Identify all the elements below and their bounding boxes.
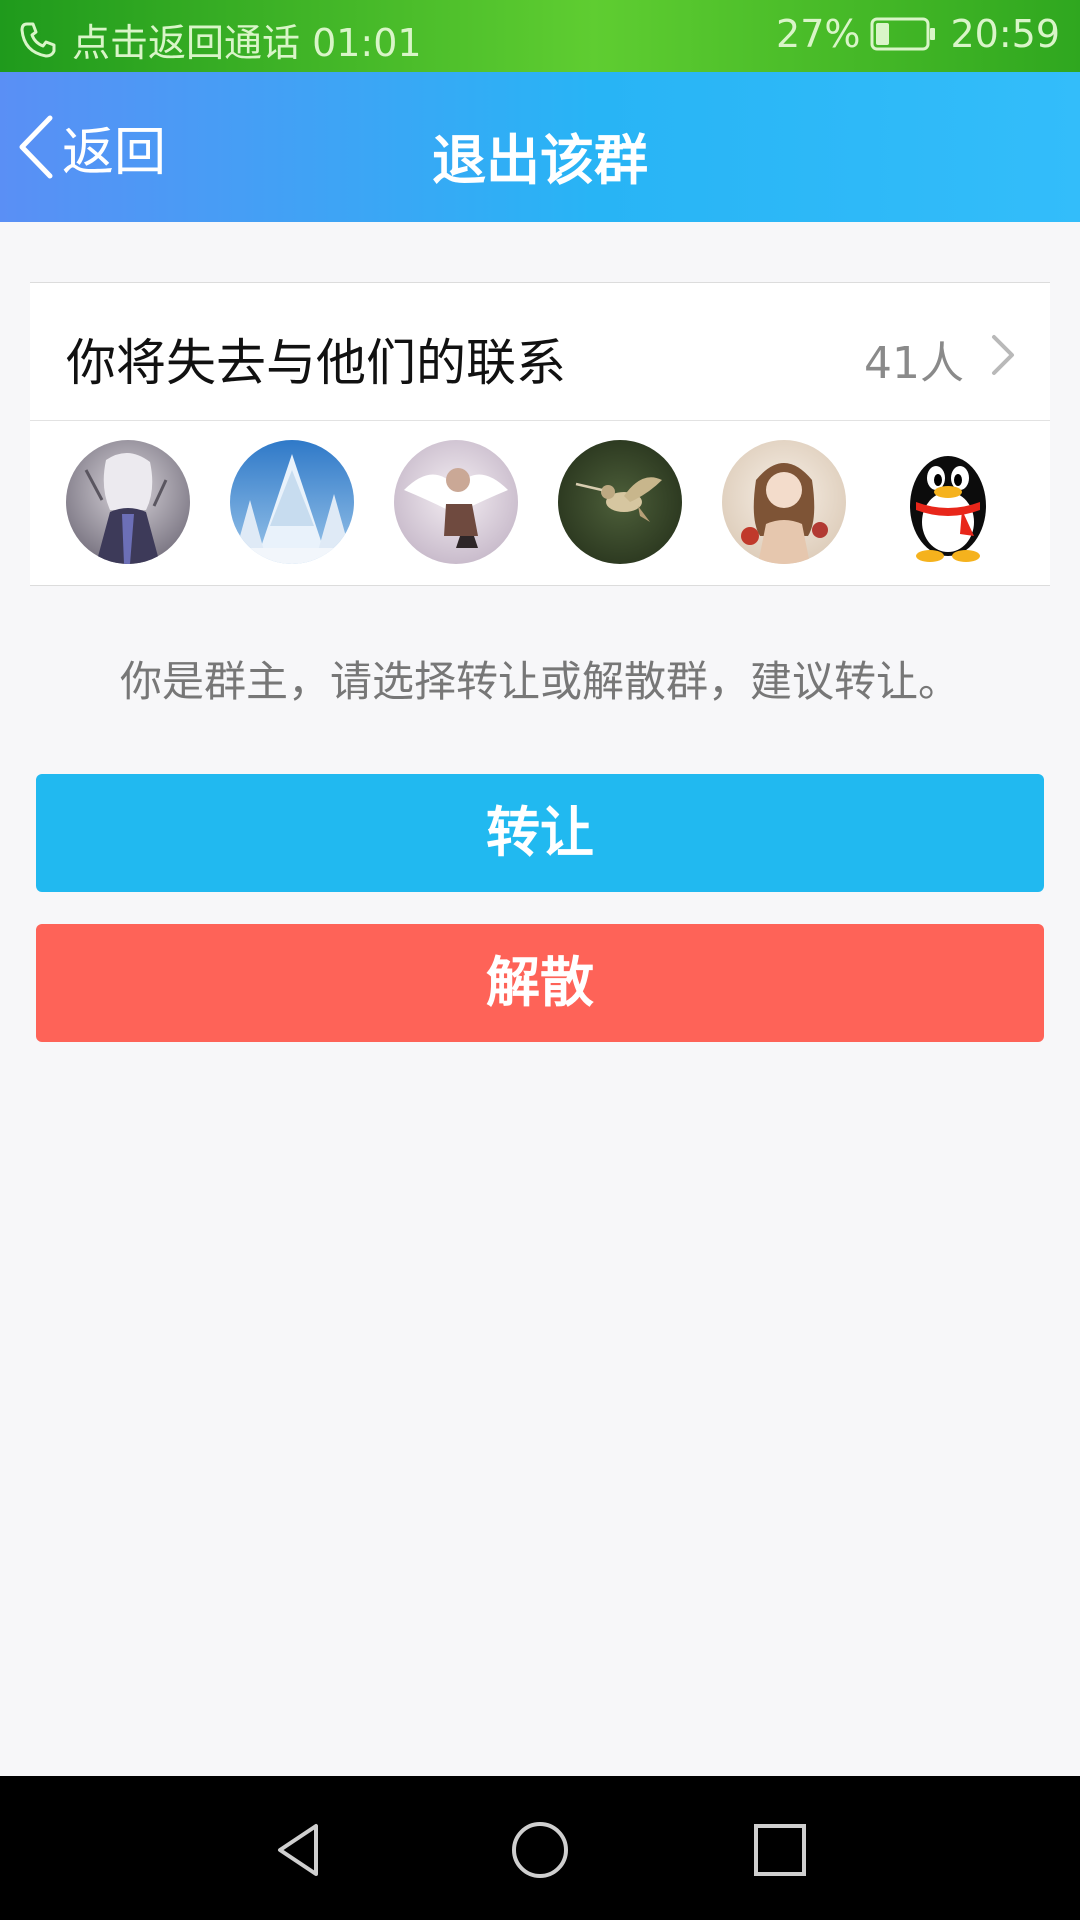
return-to-call[interactable]: 点击返回通话 01:01 xyxy=(18,12,422,67)
call-status-text: 点击返回通话 01:01 xyxy=(72,21,422,65)
members-row[interactable]: 你将失去与他们的联系 41人 xyxy=(30,283,1050,421)
title-bar: 返回 退出该群 xyxy=(0,72,1080,222)
home-circle-icon[interactable] xyxy=(510,1820,570,1880)
owner-hint-text: 你是群主，请选择转让或解散群，建议转让。 xyxy=(119,657,960,706)
page-title: 退出该群 xyxy=(432,129,648,192)
clock: 20:59 xyxy=(950,12,1060,56)
avatar-anime-girl-flowers[interactable] xyxy=(722,440,846,564)
status-bar: 点击返回通话 01:01 27% 20:59 xyxy=(0,0,1080,72)
members-card-title: 你将失去与他们的联系 xyxy=(66,334,566,392)
navigation-bar xyxy=(0,1776,1080,1920)
battery-icon xyxy=(870,17,936,51)
dissolve-button[interactable]: 解散 xyxy=(36,924,1044,1042)
avatar-row xyxy=(30,420,1050,584)
back-triangle-icon[interactable] xyxy=(270,1820,330,1880)
avatar-anime-girl-dark[interactable] xyxy=(66,440,190,564)
members-card: 你将失去与他们的联系 41人 xyxy=(30,282,1050,586)
avatar-snowy-trees[interactable] xyxy=(230,440,354,564)
recents-square-icon[interactable] xyxy=(750,1820,810,1880)
avatar-qq-penguin[interactable] xyxy=(886,440,1010,564)
avatar-angel-wings[interactable] xyxy=(394,440,518,564)
avatar-hummingbird[interactable] xyxy=(558,440,682,564)
phone-icon xyxy=(20,22,56,57)
battery-percent: 27% xyxy=(776,12,861,56)
member-count: 41人 xyxy=(864,338,964,389)
transfer-button[interactable]: 转让 xyxy=(36,774,1044,892)
chevron-right-icon xyxy=(992,335,1014,375)
